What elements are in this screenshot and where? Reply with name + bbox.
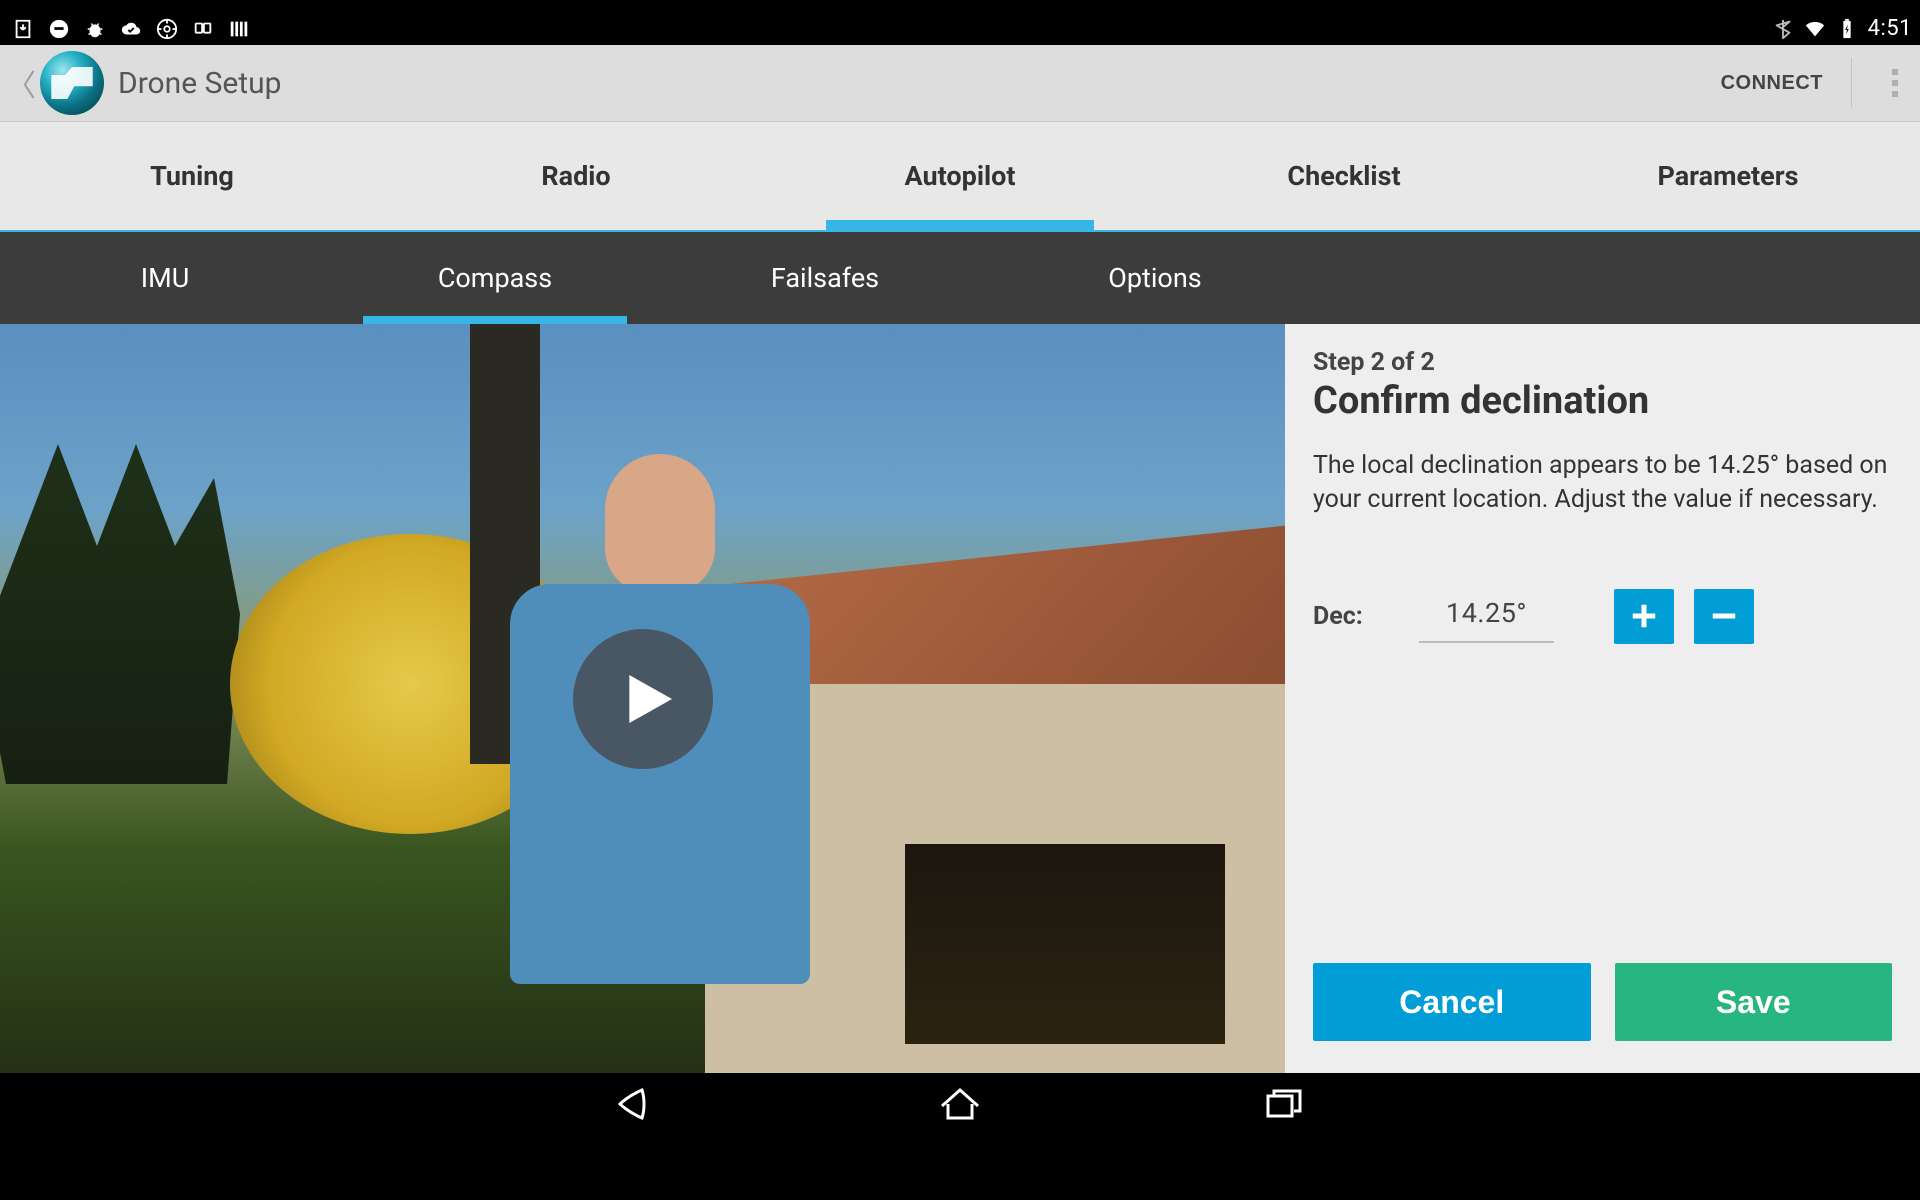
- tutorial-video-thumbnail[interactable]: [0, 324, 1285, 1073]
- panel-title: Confirm declination: [1313, 379, 1892, 423]
- tab-parameters[interactable]: Parameters: [1536, 122, 1920, 230]
- declination-label: Dec:: [1313, 602, 1399, 631]
- letterbox-bottom: [0, 1135, 1920, 1200]
- declination-input[interactable]: [1419, 589, 1554, 643]
- play-icon: [616, 667, 680, 731]
- nav-recents-button[interactable]: [1252, 1081, 1316, 1127]
- tab-autopilot[interactable]: Autopilot: [768, 122, 1152, 230]
- declination-row: Dec:: [1313, 589, 1892, 644]
- save-button[interactable]: Save: [1615, 963, 1893, 1041]
- subtab-imu[interactable]: IMU: [0, 232, 330, 324]
- main-tab-bar: Tuning Radio Autopilot Checklist Paramet…: [0, 122, 1920, 232]
- nav-back-button[interactable]: [604, 1081, 668, 1127]
- hangouts-icon: [192, 18, 214, 40]
- nav-recents-icon: [1259, 1084, 1309, 1124]
- tab-checklist[interactable]: Checklist: [1152, 122, 1536, 230]
- overflow-menu-button[interactable]: [1880, 63, 1910, 103]
- nav-back-icon: [611, 1084, 661, 1124]
- declination-panel: Step 2 of 2 Confirm declination The loca…: [1285, 324, 1920, 1073]
- connect-button[interactable]: CONNECT: [1721, 72, 1823, 95]
- increment-button[interactable]: [1614, 589, 1674, 644]
- bluetooth-icon: [1772, 18, 1794, 40]
- wifi-icon: [1804, 18, 1826, 40]
- nav-home-icon: [935, 1084, 985, 1124]
- panel-description: The local declination appears to be 14.2…: [1313, 449, 1892, 517]
- plus-icon: [1629, 601, 1659, 631]
- content-area: Step 2 of 2 Confirm declination The loca…: [0, 324, 1920, 1073]
- cancel-button[interactable]: Cancel: [1313, 963, 1591, 1041]
- subtab-options[interactable]: Options: [990, 232, 1320, 324]
- subtab-failsafes[interactable]: Failsafes: [660, 232, 990, 324]
- tab-radio[interactable]: Radio: [384, 122, 768, 230]
- tab-tuning[interactable]: Tuning: [0, 122, 384, 230]
- nav-home-button[interactable]: [928, 1081, 992, 1127]
- panel-actions: Cancel Save: [1313, 963, 1892, 1053]
- android-status-bar: 4:51: [0, 12, 1920, 45]
- page-title: Drone Setup: [118, 66, 282, 101]
- sync-circle-icon: [156, 18, 178, 40]
- bars-icon: [228, 18, 250, 40]
- chat-icon: [48, 18, 70, 40]
- letterbox-top: [0, 0, 1920, 12]
- android-nav-bar: [0, 1073, 1920, 1135]
- battery-charging-icon: [1836, 18, 1858, 40]
- decrement-button[interactable]: [1694, 589, 1754, 644]
- divider: [1851, 58, 1852, 108]
- status-clock: 4:51: [1868, 16, 1912, 41]
- subtab-compass[interactable]: Compass: [330, 232, 660, 324]
- step-label: Step 2 of 2: [1313, 348, 1892, 377]
- sub-tab-bar: IMU Compass Failsafes Options: [0, 232, 1920, 324]
- play-button[interactable]: [573, 629, 713, 769]
- cloud-check-icon: [120, 18, 142, 40]
- download-icon: [12, 18, 34, 40]
- android-debug-icon: [84, 18, 106, 40]
- minus-icon: [1709, 601, 1739, 631]
- back-icon[interactable]: 〈: [4, 61, 40, 105]
- action-bar: 〈 Drone Setup CONNECT: [0, 45, 1920, 122]
- app-logo-icon[interactable]: [40, 51, 104, 115]
